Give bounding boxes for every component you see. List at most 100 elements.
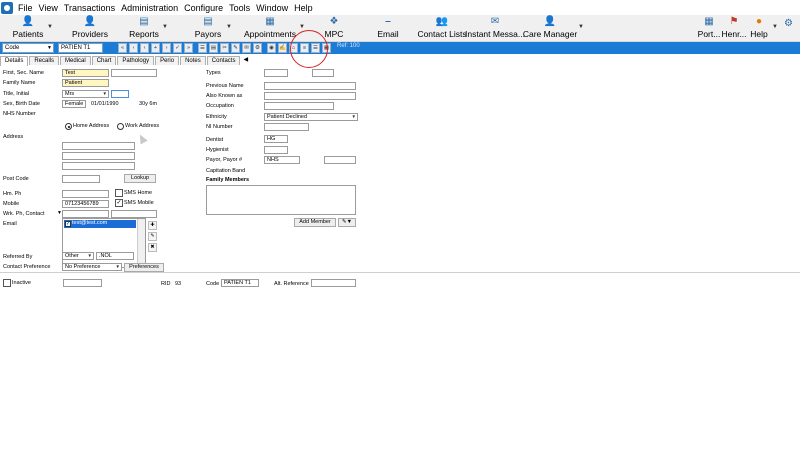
tab-chart[interactable]: Chart (91, 56, 117, 65)
patient-toolbar-add-icon[interactable]: + (151, 43, 160, 53)
reports-button[interactable]: ▤ Reports (128, 15, 160, 42)
email-edit-icon[interactable]: ✎ (148, 232, 157, 241)
payor-input[interactable]: NHS (264, 156, 300, 164)
preferences-button[interactable]: Preferences (124, 263, 164, 272)
reports-dropdown-icon[interactable]: ▼ (162, 24, 168, 30)
email-scrollbar[interactable] (137, 219, 145, 267)
care-manager-dropdown-icon[interactable]: ▼ (578, 24, 584, 30)
post-code-input[interactable] (62, 175, 100, 183)
patients-dropdown-icon[interactable]: ▼ (47, 24, 53, 30)
initial-input[interactable] (111, 90, 129, 98)
tab-recalls[interactable]: Recalls (29, 56, 60, 65)
menu-configure[interactable]: Configure (181, 3, 226, 13)
first-name-input[interactable]: Test (62, 69, 109, 77)
address-line-3-input[interactable] (62, 162, 135, 170)
mobile-input[interactable]: 07123456789 (62, 200, 109, 208)
previous-name-input[interactable] (264, 82, 356, 90)
payor-number-input[interactable] (324, 156, 356, 164)
patient-toolbar-settings-icon[interactable]: ⚙ (253, 43, 262, 53)
inactive-checkbox[interactable] (3, 279, 11, 287)
family-members-list[interactable] (206, 185, 356, 215)
patient-toolbar-first-icon[interactable]: « (118, 43, 127, 53)
tab-pathology[interactable]: Pathology (117, 56, 155, 65)
menu-transactions[interactable]: Transactions (61, 3, 118, 13)
ni-number-input[interactable] (264, 123, 309, 131)
menu-administration[interactable]: Administration (118, 3, 181, 13)
tab-notes[interactable]: Notes (180, 56, 206, 65)
patient-toolbar-last-icon[interactable]: » (184, 43, 193, 53)
patient-toolbar-confirm-icon[interactable]: ✓ (173, 43, 182, 53)
work-address-radio[interactable] (117, 123, 124, 130)
settings-gear-icon[interactable]: ⚙ (784, 18, 793, 29)
home-phone-input[interactable] (62, 190, 109, 198)
payors-button[interactable]: ▤ Payors (193, 15, 223, 42)
care-manager-button[interactable]: 👤 Care Manager (523, 15, 577, 42)
providers-button[interactable]: 👤 Providers (70, 15, 110, 42)
alt-reference-input[interactable] (311, 279, 356, 287)
code-type-select[interactable]: Code ▼ (2, 43, 54, 53)
patient-toolbar-edit-icon[interactable]: ✎ (231, 43, 240, 53)
appointments-dropdown-icon[interactable]: ▼ (299, 24, 305, 30)
patient-toolbar-previous-icon[interactable]: ‹ (129, 43, 138, 53)
title-select[interactable]: Mrs ▼ (62, 90, 109, 98)
port-button[interactable]: ▦ Port... (698, 15, 721, 42)
payors-dropdown-icon[interactable]: ▼ (226, 24, 232, 30)
email-delete-icon[interactable]: ✖ (148, 243, 157, 252)
menu-tools[interactable]: Tools (226, 3, 253, 13)
tab-medical[interactable]: Medical (60, 56, 91, 65)
occupation-input[interactable] (264, 102, 334, 110)
tab-contacts[interactable]: Contacts (206, 56, 241, 65)
patient-toolbar-record-icon[interactable]: ◉ (267, 43, 276, 53)
contact-preference-select[interactable]: No Preference ▼ (62, 263, 122, 271)
patient-toolbar-cut-icon[interactable]: ✂ (220, 43, 229, 53)
also-known-as-input[interactable] (264, 92, 356, 100)
home-address-radio[interactable] (65, 123, 72, 130)
hygienist-input[interactable] (264, 146, 288, 154)
henr-button[interactable]: ⚑ Henr... (721, 15, 746, 42)
patient-toolbar-mail-icon[interactable]: ✉ (242, 43, 251, 53)
contact-lists-button[interactable]: 👥 Contact Lists (417, 15, 466, 42)
family-menu-button[interactable]: ✎▼ (338, 218, 356, 227)
tab-scroll-left-icon[interactable]: ◀ (241, 56, 248, 66)
tab-details[interactable]: Details (0, 56, 29, 66)
sms-home-checkbox[interactable] (115, 189, 123, 197)
email-button[interactable]: ⎯ Email (376, 15, 400, 42)
appointments-button[interactable]: ▦ Appointments (244, 15, 296, 42)
menu-file[interactable]: File (15, 3, 36, 13)
patient-toolbar-list-icon[interactable]: ☰ (198, 43, 207, 53)
sex-select[interactable]: Female (62, 100, 86, 108)
bottom-code-input[interactable]: PATIEN T1 (221, 279, 259, 287)
nhs-number-input[interactable] (62, 110, 134, 118)
add-member-button[interactable]: Add Member (294, 218, 336, 227)
types-input-2[interactable] (312, 69, 334, 77)
email-list[interactable]: test@test.com ✓ (62, 218, 146, 268)
tab-perio[interactable]: Perio (155, 56, 180, 65)
lookup-button[interactable]: Lookup (124, 174, 156, 183)
family-name-input[interactable]: Patient (62, 79, 109, 87)
address-line-1-input[interactable] (62, 142, 135, 150)
patient-code-input[interactable]: PATIEN T1 (58, 43, 103, 53)
help-button[interactable]: ● Help (750, 15, 768, 42)
second-name-input[interactable] (111, 69, 157, 77)
menu-window[interactable]: Window (253, 3, 291, 13)
types-input-1[interactable] (264, 69, 288, 77)
ethnicity-select[interactable]: Patient Declined ▼ (264, 113, 358, 121)
birth-date-input[interactable]: 01/01/1990 (88, 100, 126, 108)
contact-input[interactable] (111, 210, 157, 218)
email-add-icon[interactable]: ✚ (148, 221, 157, 230)
mpc-button[interactable]: ❖ MPC (322, 15, 346, 42)
patient-toolbar-back-icon[interactable]: ‹ (140, 43, 149, 53)
inactive-input[interactable] (63, 279, 102, 287)
help-dropdown-icon[interactable]: ▼ (772, 24, 778, 30)
dentist-input[interactable]: HG (264, 135, 288, 143)
instant-messaging-button[interactable]: ✉ Instant Messa... (465, 15, 525, 42)
email-list-item[interactable]: test@test.com (64, 220, 136, 228)
patient-toolbar-sign-icon[interactable]: ✍ (278, 43, 287, 53)
email-checkbox[interactable]: ✓ (65, 221, 71, 227)
work-phone-input[interactable] (62, 210, 109, 218)
menu-help[interactable]: Help (291, 3, 316, 13)
sms-mobile-checkbox[interactable]: ✓ (115, 199, 123, 207)
patient-toolbar-next-icon[interactable]: › (162, 43, 171, 53)
address-line-2-input[interactable] (62, 152, 135, 160)
patients-button[interactable]: 👤 Patients (10, 15, 46, 42)
